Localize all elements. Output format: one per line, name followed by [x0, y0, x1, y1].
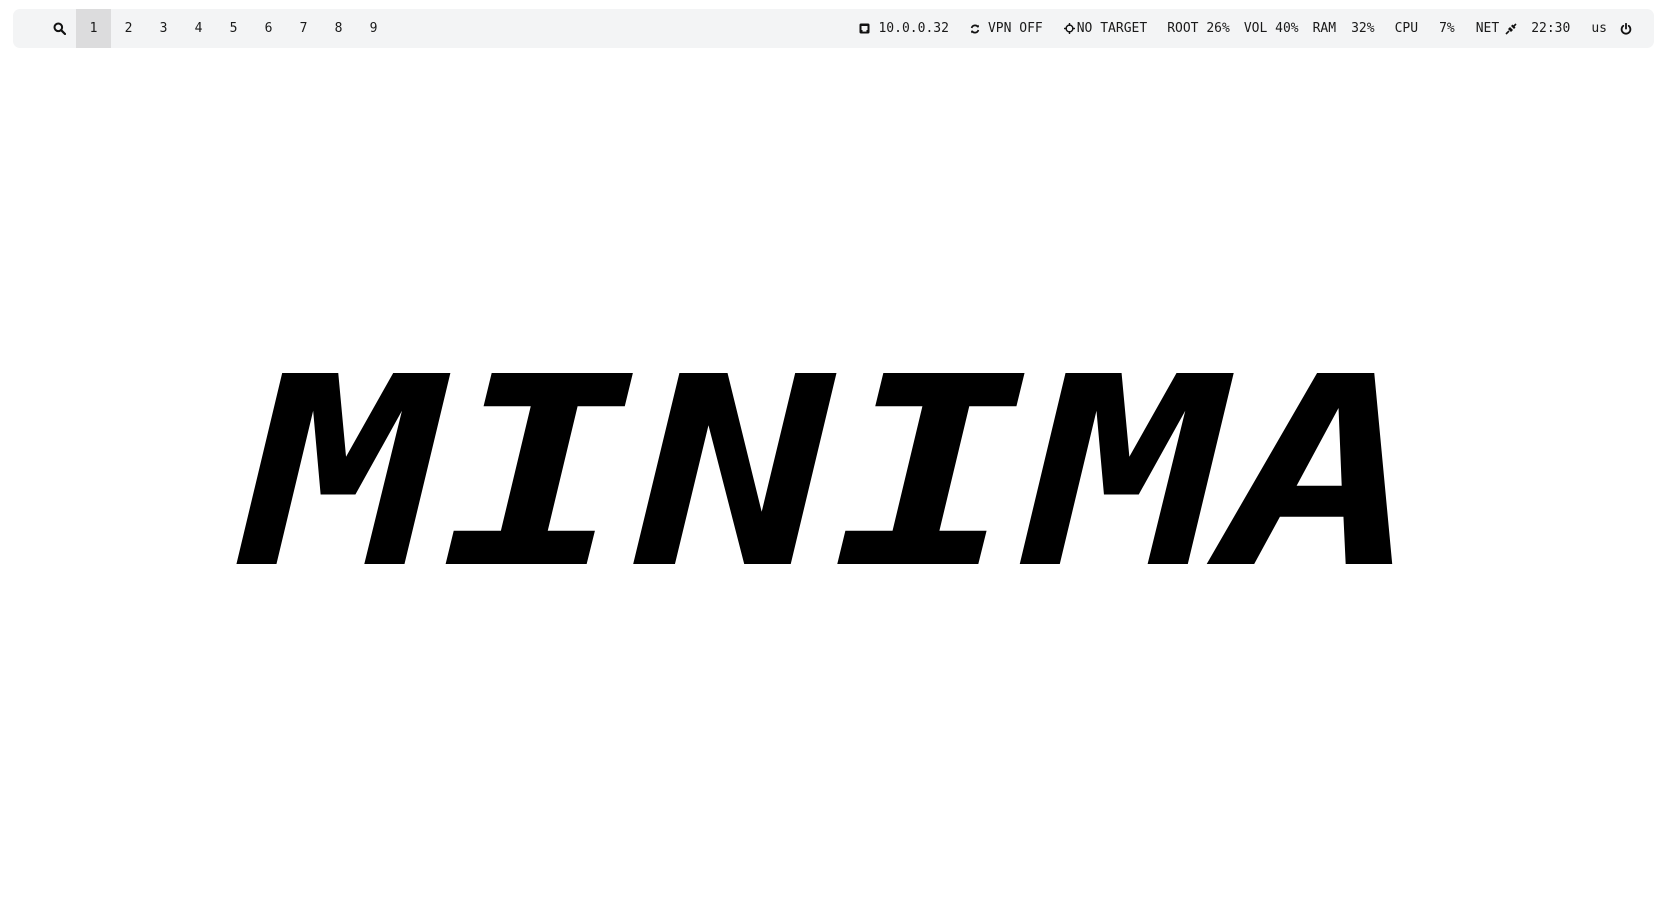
power-button[interactable] [1620, 9, 1632, 48]
clock-text: 22:30 [1531, 21, 1571, 36]
workspace-4[interactable]: 4 [181, 9, 216, 48]
status-group: 10.0.0.32 VPN OFF NO TARGET ROOT 26% VOL… [859, 9, 1632, 48]
ram-value: 32% [1351, 21, 1375, 36]
cpu-value: 7% [1439, 21, 1455, 36]
ip-module[interactable]: 10.0.0.32 [859, 9, 949, 48]
workspace-3[interactable]: 3 [146, 9, 181, 48]
keyboard-layout[interactable]: us [1591, 9, 1607, 48]
ram-module[interactable]: RAM 32% [1313, 9, 1375, 48]
target-status: NO TARGET [1076, 21, 1148, 36]
hero-title: MINIMA [235, 321, 1420, 600]
workspace-6[interactable]: 6 [251, 9, 286, 48]
volume-module[interactable]: VOL 40% [1244, 9, 1299, 48]
cpu-module[interactable]: CPU 7% [1395, 9, 1455, 48]
cpu-label: CPU [1394, 21, 1419, 36]
network-module[interactable]: NET [1476, 9, 1517, 48]
workspace-8[interactable]: 8 [321, 9, 356, 48]
search-button[interactable] [42, 9, 76, 48]
ip-address: 10.0.0.32 [878, 21, 949, 36]
ram-label: RAM [1312, 21, 1337, 36]
vpn-module[interactable]: VPN OFF [970, 9, 1043, 48]
crosshair-icon [1063, 23, 1075, 34]
power-icon [1620, 22, 1632, 34]
ethernet-icon [859, 23, 870, 34]
workspace-2[interactable]: 2 [111, 9, 146, 48]
workspace-1[interactable]: 1 [76, 9, 111, 48]
plug-icon [1505, 22, 1517, 35]
search-icon [53, 22, 66, 35]
workspace-5[interactable]: 5 [216, 9, 251, 48]
vpn-status: VPN OFF [987, 21, 1043, 36]
workspace-group: 1 2 3 4 5 6 7 8 9 [13, 9, 391, 48]
root-disk-usage[interactable]: ROOT 26% [1167, 9, 1230, 48]
hero-wordmark: MINIMA [235, 321, 1420, 600]
network-label: NET [1475, 21, 1500, 36]
root-disk-text: ROOT 26% [1167, 21, 1230, 36]
sync-icon [970, 24, 980, 34]
target-module[interactable]: NO TARGET [1063, 9, 1148, 48]
top-bar: 1 2 3 4 5 6 7 8 9 10.0.0.32 VPN OFF NO T… [13, 9, 1654, 48]
workspace-9[interactable]: 9 [356, 9, 391, 48]
volume-text: VOL 40% [1243, 21, 1299, 36]
clock[interactable]: 22:30 [1531, 9, 1570, 48]
workspace-7[interactable]: 7 [286, 9, 321, 48]
keyboard-layout-text: us [1591, 21, 1607, 36]
